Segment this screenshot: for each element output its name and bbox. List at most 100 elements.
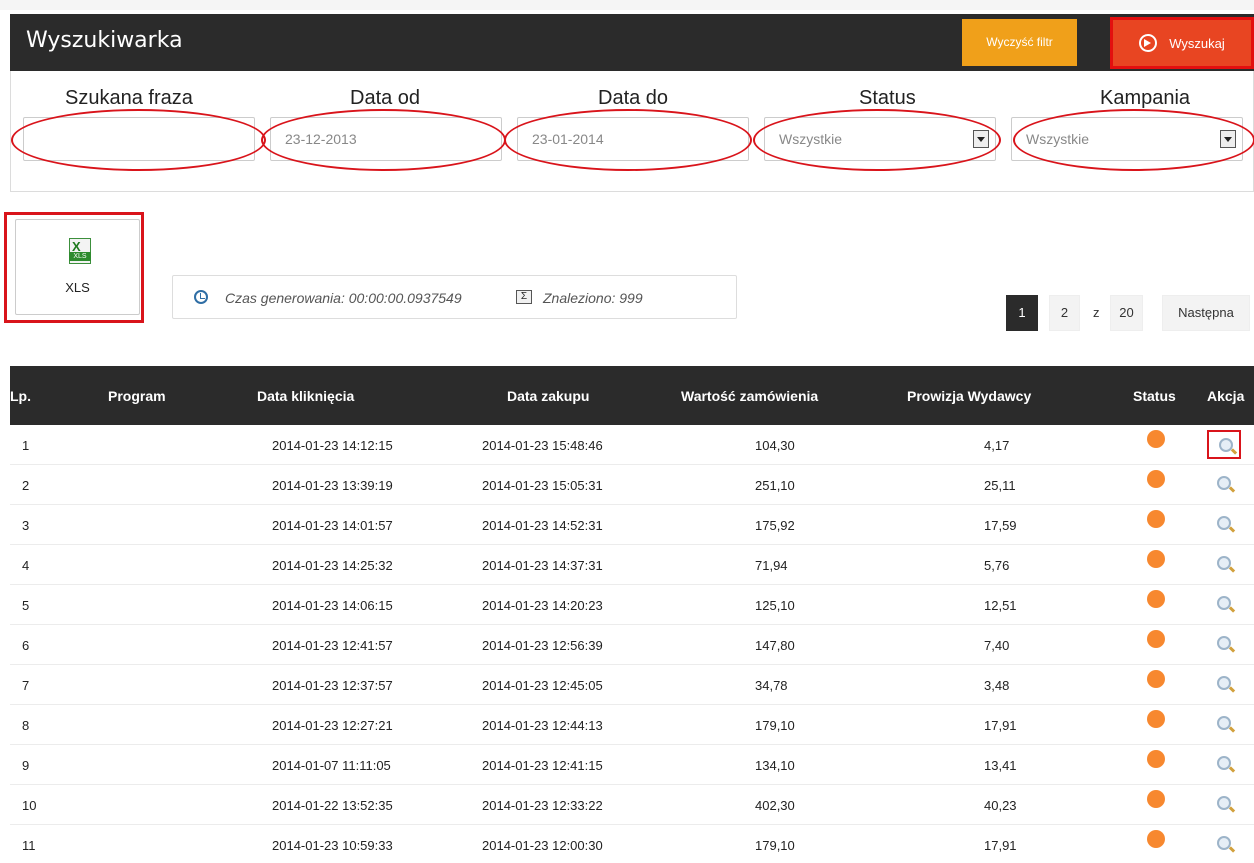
table-row: 8 2014-01-23 12:27:21 2014-01-23 12:44:13 1…: [10, 705, 1254, 745]
table-row: 6 2014-01-23 12:41:57 2014-01-23 12:56:39 1…: [10, 625, 1254, 665]
date-to-input[interactable]: 23-01-2014: [517, 117, 749, 161]
details-button[interactable]: [1207, 830, 1241, 859]
details-button[interactable]: [1207, 590, 1241, 619]
search-header: Wyszukiwarka Wyczyść filtr Wyszukaj: [10, 14, 1254, 71]
row-click-date: 2014-01-22 13:52:35: [272, 798, 393, 813]
row-commission: 7,40: [984, 638, 1010, 653]
column-header-action: Akcja: [1207, 388, 1245, 404]
row-purchase-date: 2014-01-23 12:45:05: [482, 678, 603, 693]
row-order-value: 147,80: [755, 638, 795, 653]
status-indicator-icon: [1147, 470, 1165, 488]
row-order-value: 71,94: [755, 558, 788, 573]
row-order-value: 402,30: [755, 798, 795, 813]
page-of-label: z: [1093, 305, 1100, 320]
row-purchase-date: 2014-01-23 14:52:31: [482, 518, 603, 533]
xls-highlight: X XLS XLS: [4, 212, 144, 323]
magnifier-icon: [1219, 438, 1233, 452]
row-click-date: 2014-01-23 14:12:15: [272, 438, 393, 453]
row-order-value: 179,10: [755, 838, 795, 853]
magnifier-icon: [1217, 596, 1231, 610]
page-2-button[interactable]: 2: [1049, 295, 1080, 331]
row-commission: 17,91: [984, 838, 1017, 853]
row-purchase-date: 2014-01-23 15:48:46: [482, 438, 603, 453]
xls-export-button[interactable]: X XLS XLS: [15, 219, 140, 315]
details-button[interactable]: [1207, 710, 1241, 739]
row-commission: 40,23: [984, 798, 1017, 813]
sigma-icon: Σ: [516, 290, 532, 304]
date-to-label: Data do: [598, 87, 669, 109]
campaign-select[interactable]: Wszystkie: [1011, 117, 1243, 161]
campaign-select-value: Wszystkie: [1026, 131, 1089, 147]
table-row: 3 2014-01-23 14:01:57 2014-01-23 14:52:31 1…: [10, 505, 1254, 545]
status-indicator-icon: [1147, 630, 1165, 648]
table-row: 1 2014-01-23 14:12:15 2014-01-23 15:48:46 1…: [10, 425, 1254, 465]
excel-file-icon: X XLS: [69, 238, 91, 264]
row-order-value: 179,10: [755, 718, 795, 733]
found-count-text: Znaleziono: 999: [543, 290, 643, 306]
page-total-button[interactable]: 20: [1110, 295, 1143, 331]
column-header-click-date: Data kliknięcia: [257, 388, 355, 404]
row-commission: 17,59: [984, 518, 1017, 533]
page-1-button[interactable]: 1: [1006, 295, 1038, 331]
search-title: Wyszukiwarka: [26, 28, 183, 53]
status-select-value: Wszystkie: [779, 131, 842, 147]
row-lp: 2: [22, 478, 30, 493]
details-button[interactable]: [1207, 430, 1241, 459]
status-indicator-icon: [1147, 710, 1165, 728]
row-purchase-date: 2014-01-23 12:56:39: [482, 638, 603, 653]
row-lp: 5: [22, 598, 30, 613]
status-label: Status: [859, 87, 916, 109]
campaign-label: Kampania: [1100, 87, 1191, 109]
phrase-input[interactable]: [23, 117, 255, 161]
row-commission: 25,11: [984, 478, 1016, 493]
chevron-down-icon[interactable]: [973, 130, 989, 148]
row-purchase-date: 2014-01-23 12:33:22: [482, 798, 603, 813]
table-row: 10 2014-01-22 13:52:35 2014-01-23 12:33:22…: [10, 785, 1254, 825]
clock-icon: [194, 290, 208, 304]
date-from-label: Data od: [350, 87, 421, 109]
magnifier-icon: [1217, 676, 1231, 690]
status-indicator-icon: [1147, 790, 1165, 808]
search-button-highlight: Wyszukaj: [1110, 17, 1254, 69]
row-lp: 7: [22, 678, 30, 693]
search-button[interactable]: Wyszukaj: [1113, 20, 1251, 66]
table-row: 9 2014-01-07 11:11:05 2014-01-23 12:41:15 1…: [10, 745, 1254, 785]
row-click-date: 2014-01-23 14:06:15: [272, 598, 393, 613]
magnifier-icon: [1217, 836, 1231, 850]
details-button[interactable]: [1207, 750, 1241, 779]
row-lp: 10: [22, 798, 37, 813]
date-from-input[interactable]: 23-12-2013: [270, 117, 502, 161]
details-button[interactable]: [1207, 670, 1241, 699]
details-button[interactable]: [1207, 470, 1241, 499]
result-info-bar: Czas generowania: 00:00:00.0937549 Σ Zna…: [172, 275, 737, 319]
row-lp: 4: [22, 558, 30, 573]
magnifier-icon: [1217, 716, 1231, 730]
row-purchase-date: 2014-01-23 12:00:30: [482, 838, 603, 853]
next-page-button[interactable]: Następna: [1162, 295, 1250, 331]
status-indicator-icon: [1147, 430, 1165, 448]
details-button[interactable]: [1207, 550, 1241, 579]
clear-filter-button[interactable]: Wyczyść filtr: [962, 19, 1077, 66]
row-order-value: 251,10: [755, 478, 795, 493]
xls-export-label: XLS: [65, 280, 90, 295]
status-indicator-icon: [1147, 550, 1165, 568]
row-purchase-date: 2014-01-23 12:44:13: [482, 718, 603, 733]
top-strip: [0, 0, 1254, 10]
status-indicator-icon: [1147, 750, 1165, 768]
table-row: 2 2014-01-23 13:39:19 2014-01-23 15:05:31 2…: [10, 465, 1254, 505]
row-click-date: 2014-01-23 12:41:57: [272, 638, 393, 653]
magnifier-icon: [1217, 476, 1231, 490]
table-body: 1 2014-01-23 14:12:15 2014-01-23 15:48:46 1…: [10, 425, 1254, 863]
chevron-down-icon[interactable]: [1220, 130, 1236, 148]
row-lp: 11: [22, 838, 36, 853]
status-select[interactable]: Wszystkie: [764, 117, 996, 161]
row-click-date: 2014-01-07 11:11:05: [272, 758, 391, 773]
row-commission: 13,41: [984, 758, 1017, 773]
row-commission: 5,76: [984, 558, 1010, 573]
details-button[interactable]: [1207, 510, 1241, 539]
table-row: 5 2014-01-23 14:06:15 2014-01-23 14:20:23 1…: [10, 585, 1254, 625]
details-button[interactable]: [1207, 630, 1241, 659]
row-click-date: 2014-01-23 12:27:21: [272, 718, 393, 733]
row-purchase-date: 2014-01-23 14:37:31: [482, 558, 603, 573]
details-button[interactable]: [1207, 790, 1241, 819]
